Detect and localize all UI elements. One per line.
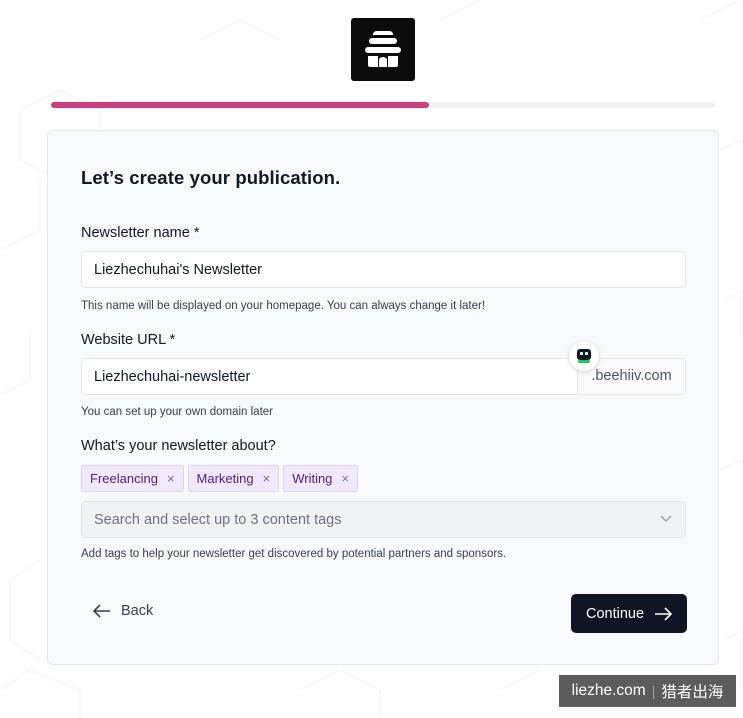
- tag-chip: Marketing ×: [187, 465, 280, 492]
- content-tags-placeholder: Search and select up to 3 content tags: [94, 512, 342, 528]
- onboarding-progress-bar: [51, 102, 715, 108]
- content-tags-select[interactable]: Search and select up to 3 content tags: [81, 501, 686, 538]
- tag-label: Writing: [292, 471, 333, 486]
- newsletter-name-input[interactable]: [81, 251, 686, 288]
- newsletter-name-label: Newsletter name *: [81, 225, 200, 241]
- robot-helper-button[interactable]: [569, 341, 599, 371]
- tag-label: Marketing: [196, 471, 254, 486]
- robot-helper-icon: [577, 349, 591, 363]
- newsletter-name-help: This name will be displayed on your home…: [81, 300, 486, 312]
- watermark-name: 猎者出海: [661, 684, 724, 701]
- continue-label: Continue: [585, 605, 645, 622]
- back-label: Back: [121, 603, 154, 619]
- close-icon[interactable]: ×: [263, 472, 271, 485]
- watermark: liezhe.com | 猎者出海: [559, 675, 736, 707]
- website-url-label: Website URL *: [81, 332, 176, 348]
- arrow-right-icon: [655, 606, 673, 621]
- beehive-logo: [351, 18, 415, 81]
- page-title: Let’s create your publication.: [81, 167, 341, 188]
- newsletter-about-label: What’s your newsletter about?: [81, 438, 276, 454]
- tag-label: Freelancing: [90, 471, 158, 486]
- close-icon[interactable]: ×: [341, 472, 349, 485]
- beehive-logo-icon: [365, 31, 401, 67]
- watermark-site: liezhe.com: [571, 682, 646, 699]
- tag-chip: Freelancing ×: [81, 465, 184, 492]
- publication-form-card: Let’s create your publication. Newslette…: [47, 130, 719, 665]
- tag-chip: Writing ×: [283, 465, 359, 492]
- continue-button[interactable]: Continue: [571, 594, 687, 633]
- selected-tags: Freelancing × Marketing × Writing ×: [81, 465, 359, 492]
- progress-fill: [51, 102, 430, 108]
- website-url-help: You can set up your own domain later: [81, 406, 274, 418]
- back-button[interactable]: Back: [93, 603, 153, 619]
- website-url-input[interactable]: [82, 359, 579, 394]
- arrow-left-icon: [93, 604, 110, 618]
- content-tags-help: Add tags to help your newsletter get dis…: [81, 548, 507, 560]
- watermark-separator: |: [651, 683, 656, 699]
- chevron-down-icon: [660, 515, 672, 523]
- close-icon[interactable]: ×: [167, 472, 175, 485]
